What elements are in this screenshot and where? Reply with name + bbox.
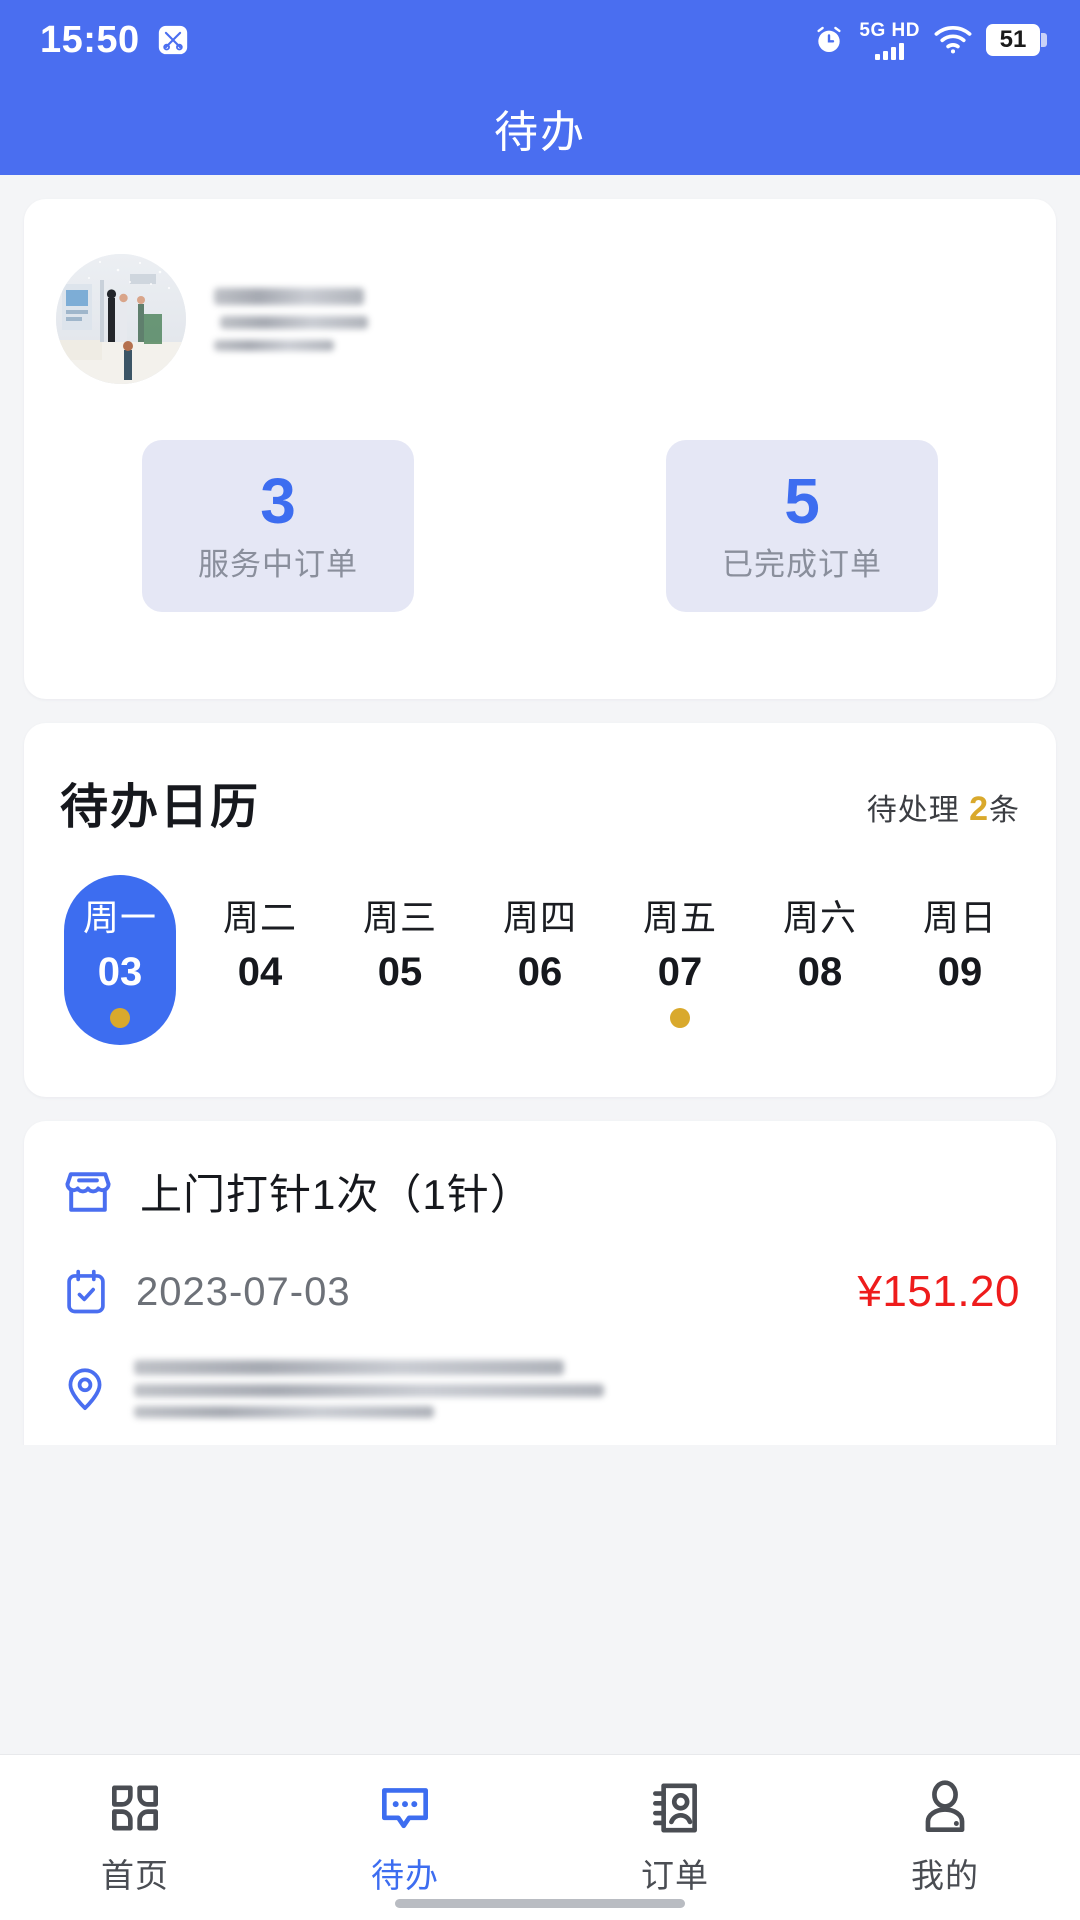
- stat-tile-in-service[interactable]: 3 服务中订单: [142, 440, 414, 612]
- calendar-day-07[interactable]: 周五 07: [624, 875, 736, 1045]
- tab-home[interactable]: 首页: [0, 1755, 270, 1897]
- calendar-day-date: 09: [937, 950, 983, 995]
- calendar-day-09[interactable]: 周日 09: [904, 875, 1016, 1045]
- calendar-day-date: 07: [657, 950, 703, 995]
- order-price: ¥151.20: [857, 1267, 1020, 1316]
- tab-label: 待办: [371, 1857, 439, 1894]
- app-screen: 15:50 5G HD 51 待办 3 服务中订单 5 已完成订单 待办日历 待…: [0, 0, 1080, 1920]
- stat-label: 服务中订单: [198, 546, 358, 582]
- calendar-day-weekday: 周一: [82, 897, 157, 938]
- alarm-clock-icon: [813, 24, 845, 56]
- order-title-row: 上门打针1次（1针）: [60, 1161, 1020, 1222]
- stat-label: 已完成订单: [722, 546, 882, 582]
- redacted-line: [134, 1406, 434, 1418]
- calendar-day-date: 03: [97, 950, 143, 995]
- bottom-tab-bar: 首页 待办 订单 我的: [0, 1754, 1080, 1920]
- calendar-day-05[interactable]: 周三 05: [344, 875, 456, 1045]
- task-dot: [670, 1008, 690, 1029]
- wifi-icon: [934, 25, 972, 55]
- address-redacted: [134, 1360, 604, 1418]
- storefront-icon: [60, 1164, 116, 1220]
- scroll-content[interactable]: 3 服务中订单 5 已完成订单 待办日历 待处理 2条 周一 03 周二 04 周三 05…: [0, 175, 1080, 1445]
- clinic-photo-avatar[interactable]: [56, 254, 186, 384]
- calendar-header: 待办日历 待处理 2条: [60, 767, 1020, 837]
- pending-suffix: 条: [989, 794, 1020, 827]
- profile-row: [24, 199, 1056, 384]
- pending-prefix: 待处理: [866, 794, 960, 827]
- shop-name-redacted: [214, 287, 368, 351]
- status-bar-right: 5G HD 51: [813, 21, 1047, 60]
- order-title: 上门打针1次（1针）: [140, 1171, 533, 1218]
- redacted-line: [220, 315, 368, 329]
- calendar-day-weekday: 周日: [922, 897, 997, 938]
- week-strip[interactable]: 周一 03 周二 04 周三 05 周四 06 周五 07 周六 08 周日 09: [60, 875, 1020, 1045]
- redacted-line: [214, 287, 364, 305]
- calendar-check-icon: [60, 1266, 112, 1318]
- calendar-day-weekday: 周六: [782, 897, 857, 938]
- signal-bars-icon: [875, 42, 905, 60]
- status-bar: 15:50 5G HD 51: [0, 0, 1080, 80]
- calendar-day-03[interactable]: 周一 03: [64, 875, 176, 1045]
- calendar-day-date: 08: [797, 950, 843, 995]
- tab-orders[interactable]: 订单: [540, 1755, 810, 1897]
- calendar-day-weekday: 周四: [502, 897, 577, 938]
- order-address-row: [60, 1360, 1020, 1418]
- task-dot: [110, 1008, 130, 1029]
- calendar-day-weekday: 周五: [642, 897, 717, 938]
- page-title: 待办: [494, 107, 586, 157]
- order-card[interactable]: 上门打针1次（1针） 2023-07-03 ¥151.20: [24, 1121, 1056, 1445]
- contact-card-icon: [644, 1777, 706, 1839]
- calendar-title: 待办日历: [60, 781, 261, 834]
- stat-value: 5: [784, 464, 820, 537]
- order-date: 2023-07-03: [136, 1269, 351, 1314]
- tab-label: 订单: [641, 1857, 709, 1894]
- map-pin-icon: [60, 1364, 110, 1414]
- mobile-network-indicator: 5G HD: [859, 21, 920, 60]
- network-type-label: 5G HD: [859, 19, 920, 41]
- tab-label: 首页: [101, 1857, 169, 1894]
- battery-indicator: 51: [986, 24, 1047, 56]
- stats-row: 3 服务中订单 5 已完成订单: [24, 440, 1056, 612]
- redacted-line: [134, 1384, 604, 1397]
- pending-count: 2: [969, 790, 989, 828]
- tab-todo[interactable]: 待办: [270, 1755, 540, 1897]
- redacted-line: [214, 339, 334, 351]
- profile-card: 3 服务中订单 5 已完成订单: [24, 199, 1056, 699]
- pending-summary: 待处理 2条: [867, 785, 1020, 837]
- status-time: 15:50: [40, 19, 140, 61]
- grid-icon: [104, 1777, 166, 1839]
- order-date-group: 2023-07-03: [60, 1266, 351, 1318]
- tab-label: 我的: [911, 1857, 979, 1894]
- calendar-day-date: 04: [237, 950, 283, 995]
- home-indicator: [395, 1899, 685, 1908]
- scissors-icon: [156, 23, 190, 57]
- calendar-day-date: 06: [517, 950, 563, 995]
- person-icon: [914, 1777, 976, 1839]
- calendar-day-date: 05: [377, 950, 423, 995]
- tab-mine[interactable]: 我的: [810, 1755, 1080, 1897]
- status-bar-left: 15:50: [40, 21, 190, 59]
- calendar-day-08[interactable]: 周六 08: [764, 875, 876, 1045]
- calendar-day-04[interactable]: 周二 04: [204, 875, 316, 1045]
- calendar-day-06[interactable]: 周四 06: [484, 875, 596, 1045]
- stat-value: 3: [260, 464, 296, 537]
- todo-calendar-card: 待办日历 待处理 2条 周一 03 周二 04 周三 05 周四 06 周五 07 周六 08 周日 09: [24, 723, 1056, 1097]
- chat-bubble-icon: [374, 1777, 436, 1839]
- calendar-day-weekday: 周二: [222, 897, 297, 938]
- stat-tile-completed[interactable]: 5 已完成订单: [666, 440, 938, 612]
- order-date-row: 2023-07-03 ¥151.20: [60, 1266, 1020, 1318]
- app-header: 15:50 5G HD 51 待办: [0, 0, 1080, 175]
- calendar-day-weekday: 周三: [362, 897, 437, 938]
- redacted-line: [134, 1360, 564, 1375]
